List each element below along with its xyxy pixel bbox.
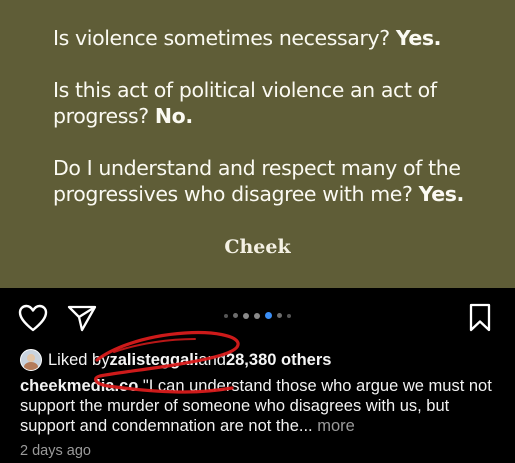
post-timestamp: 2 days ago (20, 443, 91, 459)
brand-logo-text: Cheek (224, 236, 291, 258)
question-1: Is violence sometimes necessary? Yes. (53, 26, 442, 50)
bookmark-icon[interactable] (468, 303, 492, 333)
carousel-dot (224, 313, 228, 318)
carousel-dot (287, 313, 291, 318)
likes-prefix: Liked by (48, 350, 110, 369)
carousel-dot (277, 313, 282, 318)
question-2: Is this act of political violence an act… (53, 78, 437, 128)
more-link[interactable]: more (317, 417, 355, 435)
likes-summary[interactable]: Liked by zalisteggali and 28,380 others (20, 349, 331, 371)
question-3: Do I understand and respect many of the p… (53, 156, 464, 206)
post-image[interactable]: Is violence sometimes necessary? Yes. Is… (0, 0, 515, 288)
liker-avatar[interactable] (20, 349, 42, 371)
carousel-dot-active (265, 312, 272, 319)
liker-username[interactable]: zalisteggali (109, 351, 198, 370)
post-caption: cheekmedia.co "I can understand those wh… (20, 376, 500, 436)
carousel-dot (254, 312, 260, 319)
likes-middle: and (198, 350, 226, 369)
likes-count[interactable]: 28,380 others (226, 351, 331, 370)
carousel-indicator (0, 312, 515, 319)
carousel-dot (233, 313, 238, 318)
caption-username[interactable]: cheekmedia.co (20, 377, 138, 395)
carousel-dot (243, 312, 249, 319)
